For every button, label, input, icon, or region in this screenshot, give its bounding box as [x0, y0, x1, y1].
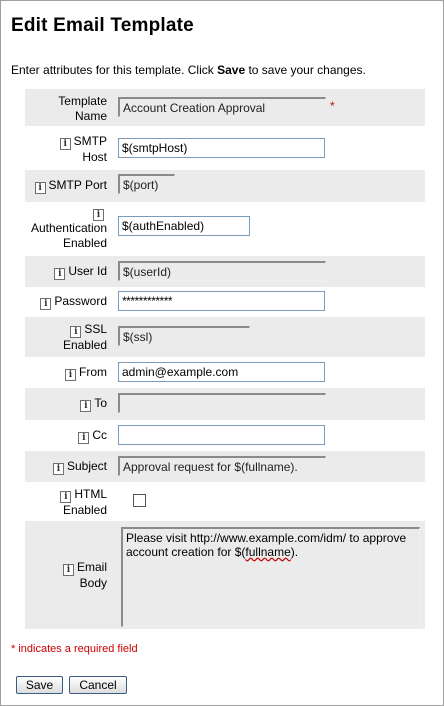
row-smtp-host: i SMTP Host: [25, 126, 425, 170]
auth-enabled-label-line1: Authentication: [30, 221, 107, 235]
page-title: Edit Email Template: [11, 15, 194, 36]
required-marker: *: [330, 99, 335, 113]
cancel-button[interactable]: Cancel: [69, 676, 127, 694]
subject-label: i Subject: [25, 459, 107, 475]
html-enabled-label-line2: Enabled: [62, 503, 107, 517]
to-field: [118, 393, 326, 413]
ssl-enabled-label: i SSL Enabled: [25, 322, 107, 353]
to-label: i To: [25, 396, 107, 412]
from-input[interactable]: [118, 362, 325, 382]
row-smtp-port: i SMTP Port $(port): [25, 170, 425, 202]
cc-label-text: Cc: [92, 428, 107, 442]
template-name-label-line1: Template: [58, 94, 107, 108]
smtp-host-input[interactable]: [118, 138, 325, 158]
required-field-note: * indicates a required field: [11, 643, 138, 655]
info-icon[interactable]: i: [54, 268, 66, 280]
template-name-label: Template Name: [25, 94, 107, 124]
smtp-port-label: i SMTP Port: [25, 178, 107, 194]
row-password: i Password ************: [25, 287, 425, 317]
save-button[interactable]: Save: [16, 676, 63, 694]
info-icon[interactable]: i: [93, 209, 104, 221]
window-frame: Edit Email Template Enter attributes for…: [0, 0, 444, 706]
email-body-label-line1: Email: [76, 560, 107, 574]
info-icon[interactable]: i: [80, 400, 92, 412]
row-email-body: i Email Body Please visit http://www.exam…: [25, 521, 425, 629]
email-body-line2-end: ).: [290, 545, 299, 559]
from-label-text: From: [79, 365, 107, 379]
password-label-text: Password: [54, 294, 107, 308]
email-body-textarea[interactable]: Please visit http://www.example.com/idm/…: [121, 527, 420, 627]
html-enabled-label-line1: HTML: [74, 487, 107, 501]
subject-field: Approval request for $(fullname).: [118, 456, 326, 476]
intro-text-save: Save: [217, 63, 246, 77]
smtp-host-label-line2: Host: [82, 150, 107, 164]
smtp-host-label: i SMTP Host: [25, 134, 107, 165]
html-enabled-label: i HTML Enabled: [25, 487, 107, 518]
info-icon[interactable]: i: [52, 463, 64, 475]
smtp-host-label-line1: SMTP: [73, 134, 107, 148]
password-input[interactable]: ************: [118, 291, 325, 311]
info-icon[interactable]: i: [70, 326, 82, 338]
to-label-text: To: [94, 396, 107, 410]
email-body-line2-underlined: fullname: [245, 545, 291, 559]
user-id-field: $(userId): [118, 261, 326, 281]
info-icon[interactable]: i: [62, 564, 74, 576]
info-icon[interactable]: i: [65, 369, 76, 381]
info-icon[interactable]: i: [78, 432, 90, 444]
subject-label-text: Subject: [66, 459, 107, 473]
html-enabled-checkbox[interactable]: [133, 494, 146, 507]
info-icon[interactable]: i: [34, 182, 46, 194]
row-subject: i Subject Approval request for $(fullname…: [25, 451, 425, 482]
info-icon[interactable]: i: [59, 138, 71, 150]
intro-text: Enter attributes for this template. Clic…: [11, 63, 366, 77]
email-body-label-line2: Body: [79, 576, 107, 590]
template-name-field: Account Creation Approval: [118, 97, 326, 117]
row-to: i To: [25, 388, 425, 420]
row-template-name: Template Name Account Creation Approval …: [25, 89, 425, 126]
row-auth-enabled: i Authentication Enabled: [25, 202, 425, 256]
auth-enabled-input[interactable]: [118, 216, 250, 236]
info-icon[interactable]: i: [40, 298, 52, 310]
ssl-enabled-field: $(ssl): [118, 326, 250, 346]
row-html-enabled: i HTML Enabled: [25, 482, 425, 521]
ssl-enabled-label-line2: Enabled: [62, 338, 107, 352]
user-id-label-text: User Id: [68, 264, 107, 278]
row-ssl-enabled: i SSL Enabled $(ssl): [25, 317, 425, 357]
user-id-label: i User Id: [25, 264, 107, 280]
info-icon[interactable]: i: [60, 491, 72, 503]
email-body-line1: Please visit http://www.example.com/idm/…: [126, 531, 407, 545]
intro-text-end: to save your changes.: [245, 63, 366, 77]
row-user-id: i User Id $(userId): [25, 256, 425, 287]
smtp-port-label-text: SMTP Port: [48, 178, 107, 192]
row-cc: i Cc: [25, 420, 425, 451]
auth-enabled-label-line2: Enabled: [62, 236, 107, 250]
from-label: i From: [25, 365, 107, 381]
ssl-enabled-label-line1: SSL: [84, 322, 107, 336]
email-body-line2-start: account creation for $(: [126, 545, 246, 559]
template-name-label-line2: Name: [74, 109, 107, 123]
cc-input[interactable]: [118, 425, 325, 445]
intro-text-start: Enter attributes for this template. Clic…: [11, 63, 218, 77]
smtp-port-field: $(port): [118, 174, 175, 194]
email-body-label: i Email Body: [25, 560, 107, 591]
cc-label: i Cc: [25, 428, 107, 444]
auth-enabled-label: i Authentication Enabled: [25, 205, 107, 251]
row-from: i From: [25, 357, 425, 388]
password-label: i Password: [25, 294, 107, 310]
